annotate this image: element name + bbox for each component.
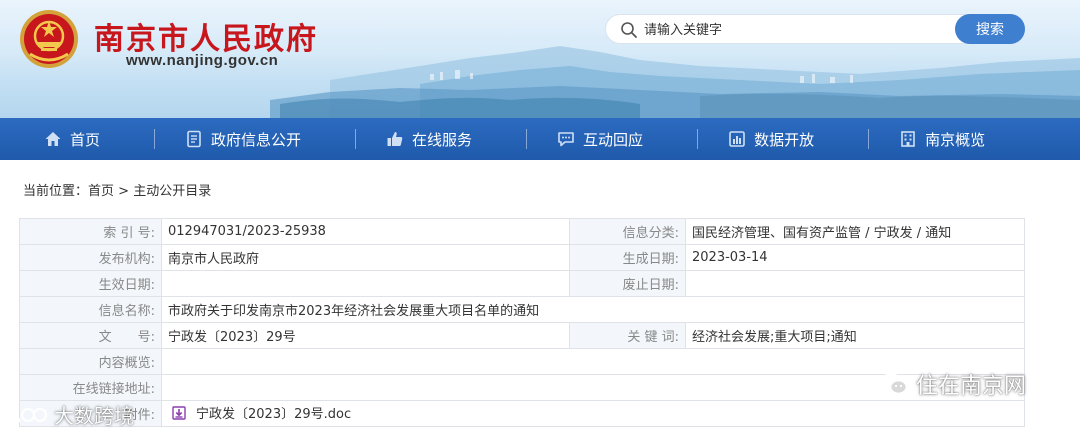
expiry-date-label: 废止日期:: [569, 270, 686, 297]
created-date-label: 生成日期:: [569, 244, 686, 271]
nav-item-label: 数据开放: [754, 130, 815, 149]
keywords-label: 关 键 词:: [569, 322, 686, 349]
search-box: 搜索: [605, 14, 1025, 44]
created-date-value: 2023-03-14: [685, 244, 1025, 271]
table-row: 发布机构: 南京市人民政府 生成日期: 2023-03-14: [19, 244, 1025, 271]
nav-item-overview[interactable]: 南京概览: [899, 118, 985, 160]
attachment-cell: 宁政发〔2023〕29号.doc: [161, 400, 1025, 427]
nav-item-label: 政府信息公开: [211, 130, 302, 149]
watermark-right: 住在南京网: [880, 368, 1026, 400]
breadcrumb-separator: >: [114, 184, 134, 199]
search-input[interactable]: [644, 19, 944, 41]
document-icon: [187, 130, 201, 148]
table-row: 文 号: 宁政发〔2023〕29号 关 键 词: 经济社会发展;重大项目;通知: [19, 322, 1025, 349]
watermark-right-text: 住在南京网: [916, 374, 1027, 399]
building-icon: [901, 131, 915, 147]
attachment-filename: 宁政发〔2023〕29号.doc: [196, 407, 352, 423]
nav-divider: [868, 129, 870, 149]
breadcrumb: 当前位置：首页 > 主动公开目录: [23, 180, 211, 199]
category-value: 国民经济管理、国有资产监管 / 宁政发 / 通知: [685, 218, 1025, 245]
nav-divider: [154, 129, 156, 149]
search-icon: [621, 22, 637, 38]
effective-date-value: [161, 270, 570, 297]
table-row: 索 引 号: 012947031/2023-25938 信息分类: 国民经济管理…: [19, 218, 1025, 245]
search-button[interactable]: 搜索: [955, 14, 1025, 44]
home-icon: [45, 132, 61, 146]
summary-label: 内容概览:: [19, 348, 162, 375]
site-url: www.nanjing.gov.cn: [126, 52, 279, 69]
nav-item-label: 在线服务: [412, 130, 473, 149]
watermark-logo-icon: [7, 404, 47, 422]
table-row: 信息名称: 市政府关于印发南京市2023年经济社会发展重大项目名单的通知: [19, 296, 1025, 323]
nav-item-open-data[interactable]: 数据开放: [728, 118, 814, 160]
online-link-label: 在线链接地址:: [19, 374, 162, 401]
watermark-left: 大数跨境: [6, 400, 134, 429]
breadcrumb-home-link[interactable]: 首页: [88, 184, 114, 199]
nav-item-online-service[interactable]: 在线服务: [386, 118, 472, 160]
nav-divider: [526, 129, 528, 149]
nav-item-label: 首页: [70, 130, 101, 149]
doc-no-value: 宁政发〔2023〕29号: [161, 322, 570, 349]
data-icon: [729, 131, 745, 147]
breadcrumb-current-link[interactable]: 主动公开目录: [133, 184, 211, 199]
breadcrumb-prefix: 当前位置：: [23, 184, 89, 199]
title-label: 信息名称:: [19, 296, 162, 323]
wechat-icon: [880, 373, 908, 395]
nav-item-home[interactable]: 首页: [44, 118, 100, 160]
publisher-label: 发布机构:: [19, 244, 162, 271]
table-row: 内容概览:: [19, 348, 1025, 375]
expiry-date-value: [685, 270, 1025, 297]
document-info-table: 索 引 号: 012947031/2023-25938 信息分类: 国民经济管理…: [19, 218, 1025, 427]
table-row: 附件: 宁政发〔2023〕29号.doc: [19, 400, 1025, 427]
title-value: 市政府关于印发南京市2023年经济社会发展重大项目名单的通知: [161, 296, 1025, 323]
table-row: 在线链接地址:: [19, 374, 1025, 401]
site-header: 南京市人民政府 www.nanjing.gov.cn 搜索: [0, 0, 1080, 118]
table-row: 生效日期: 废止日期:: [19, 270, 1025, 297]
download-icon: [172, 406, 186, 420]
thumb-up-icon: [387, 132, 403, 146]
index-no-label: 索 引 号:: [19, 218, 162, 245]
attachment-link[interactable]: 宁政发〔2023〕29号.doc: [168, 403, 351, 422]
keywords-value: 经济社会发展;重大项目;通知: [685, 322, 1025, 349]
nav-divider: [355, 129, 357, 149]
nav-item-label: 南京概览: [925, 130, 986, 149]
chat-icon: [558, 132, 574, 147]
watermark-left-text: 大数跨境: [54, 404, 134, 428]
publisher-value: 南京市人民政府: [161, 244, 570, 271]
main-nav: 首页 政府信息公开 在线服务 互动回应 数据开放 南京概览: [0, 118, 1080, 160]
nav-divider: [697, 129, 699, 149]
nav-item-interaction[interactable]: 互动回应: [557, 118, 643, 160]
index-no-value: 012947031/2023-25938: [161, 218, 570, 245]
effective-date-label: 生效日期:: [19, 270, 162, 297]
doc-no-label: 文 号:: [19, 322, 162, 349]
nav-item-gov-info[interactable]: 政府信息公开: [185, 118, 301, 160]
national-emblem-icon: [20, 10, 78, 68]
category-label: 信息分类:: [569, 218, 686, 245]
nav-item-label: 互动回应: [583, 130, 644, 149]
